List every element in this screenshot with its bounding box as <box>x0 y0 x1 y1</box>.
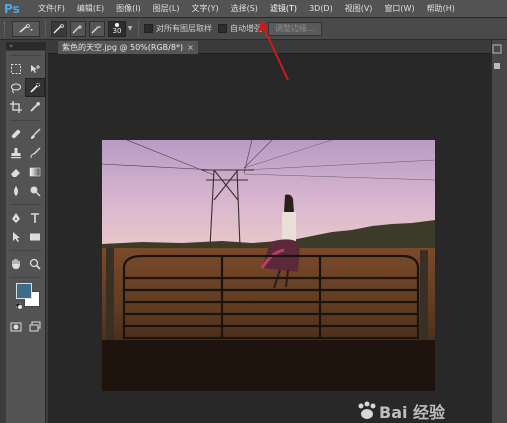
eyedropper-tool[interactable] <box>26 97 46 116</box>
brush-tool[interactable] <box>26 124 46 143</box>
history-brush-icon <box>30 147 41 158</box>
marquee-icon <box>10 63 21 74</box>
toolbar-divider <box>10 116 41 121</box>
right-panel-dock <box>491 40 507 423</box>
brush-select-icon <box>53 23 64 33</box>
auto-enhance-checkbox[interactable] <box>218 24 227 33</box>
dodge-icon <box>30 186 41 196</box>
panel-toggle-icon[interactable] <box>492 44 502 54</box>
path-selection-tool[interactable] <box>6 227 26 246</box>
quick-selection-icon <box>30 82 41 93</box>
gradient-icon <box>29 167 41 176</box>
document-tab[interactable]: 紫色的天空.jpg @ 50%(RGB/8*) × <box>58 41 198 54</box>
hand-icon <box>11 258 20 269</box>
screen-mode-tool[interactable] <box>26 317 46 336</box>
toolbar-divider <box>10 200 41 205</box>
quick-selection-tool[interactable] <box>25 78 45 97</box>
menu-layer[interactable]: 图层(L) <box>147 0 186 18</box>
eyedropper-icon <box>30 101 41 112</box>
menu-3d[interactable]: 3D(D) <box>303 0 339 18</box>
hand-tool[interactable] <box>6 254 26 273</box>
rectangle-icon <box>30 233 41 240</box>
options-grip[interactable] <box>4 21 8 36</box>
new-selection-button[interactable] <box>51 20 67 37</box>
gradient-tool[interactable] <box>26 162 46 181</box>
brush-add-icon <box>72 24 82 33</box>
photoshop-logo: Ps <box>4 1 20 16</box>
sample-all-layers-label: 对所有图层取样 <box>156 24 212 33</box>
toolbar-collapse[interactable]: « <box>6 42 46 50</box>
subtract-from-selection-button[interactable] <box>89 20 105 37</box>
path-select-icon <box>12 231 20 242</box>
menu-help[interactable]: 帮助(H) <box>421 0 461 18</box>
menu-view[interactable]: 视图(V) <box>339 0 379 18</box>
lasso-icon <box>10 82 21 93</box>
annotation-arrow <box>258 20 289 81</box>
paw-logo-icon <box>358 401 376 419</box>
brush-icon <box>31 128 41 139</box>
quick-mask-tool[interactable] <box>6 317 26 336</box>
toolbar-divider <box>10 273 41 278</box>
menu-window[interactable]: 窗口(W) <box>378 0 420 18</box>
stamp-icon <box>10 147 21 158</box>
zoom-icon <box>30 258 41 270</box>
dodge-tool[interactable] <box>26 181 46 200</box>
screen-mode-icon <box>29 321 41 331</box>
separator <box>45 20 46 37</box>
rectangle-tool[interactable] <box>26 227 46 246</box>
blur-tool[interactable] <box>6 181 26 200</box>
menu-file[interactable]: 文件(F) <box>32 0 71 18</box>
menu-edit[interactable]: 编辑(E) <box>71 0 110 18</box>
default-colors-icon[interactable] <box>16 303 22 309</box>
history-brush-tool[interactable] <box>26 143 46 162</box>
baidu-watermark: Bai 经验 <box>355 400 495 422</box>
watermark-text: Bai 经验 <box>379 403 446 422</box>
color-swatches <box>6 281 45 317</box>
quick-selection-icon <box>19 23 33 33</box>
menu-type[interactable]: 文字(Y) <box>185 0 224 18</box>
menu-bar: Ps 文件(F) 编辑(E) 图像(I) 图层(L) 文字(Y) 选择(S) 滤… <box>0 0 507 18</box>
toolbar-divider <box>10 51 41 56</box>
document-canvas[interactable] <box>102 140 435 391</box>
lasso-tool[interactable] <box>6 78 25 97</box>
healing-brush-tool[interactable] <box>6 124 26 143</box>
brush-size-picker[interactable]: 30 <box>108 20 126 37</box>
brush-dropdown-arrow[interactable]: ▼ <box>127 21 133 37</box>
move-tool[interactable] <box>26 59 46 78</box>
marquee-tool[interactable] <box>6 59 26 78</box>
crop-tool[interactable] <box>6 97 26 116</box>
separator <box>138 20 139 37</box>
move-icon <box>31 64 41 73</box>
menu-filter[interactable]: 滤镜(T) <box>264 0 303 18</box>
zoom-tool[interactable] <box>26 254 46 273</box>
type-icon <box>31 212 40 223</box>
pen-tool[interactable] <box>6 208 26 227</box>
options-bar: 30 ▼ 对所有图层取样 自动增强 调整边缘... <box>0 18 507 40</box>
brush-tip-icon <box>115 22 119 27</box>
close-icon[interactable]: × <box>187 41 194 54</box>
panel-tool-icon[interactable] <box>492 61 502 71</box>
tools-panel <box>6 51 46 423</box>
add-to-selection-button[interactable] <box>70 20 86 37</box>
brush-size-value: 30 <box>112 26 122 35</box>
menu-image[interactable]: 图像(I) <box>110 0 147 18</box>
document-tab-title: 紫色的天空.jpg @ 50%(RGB/8*) <box>62 43 184 52</box>
toolbar-divider <box>10 246 41 251</box>
eraser-tool[interactable] <box>6 162 26 181</box>
clone-stamp-tool[interactable] <box>6 143 26 162</box>
type-tool[interactable] <box>26 208 46 227</box>
crop-icon <box>9 100 22 113</box>
foreground-color-swatch[interactable] <box>16 283 32 299</box>
eraser-icon <box>10 168 20 177</box>
bandage-icon <box>11 129 20 138</box>
drop-icon <box>13 185 18 196</box>
photo-purple-sky <box>102 140 435 391</box>
pen-icon <box>11 212 20 223</box>
brush-subtract-icon <box>91 26 101 33</box>
quick-mask-icon <box>10 322 22 331</box>
tool-preset-picker[interactable] <box>12 20 40 37</box>
sample-all-layers-checkbox[interactable] <box>144 24 153 33</box>
menu-select[interactable]: 选择(S) <box>225 0 264 18</box>
